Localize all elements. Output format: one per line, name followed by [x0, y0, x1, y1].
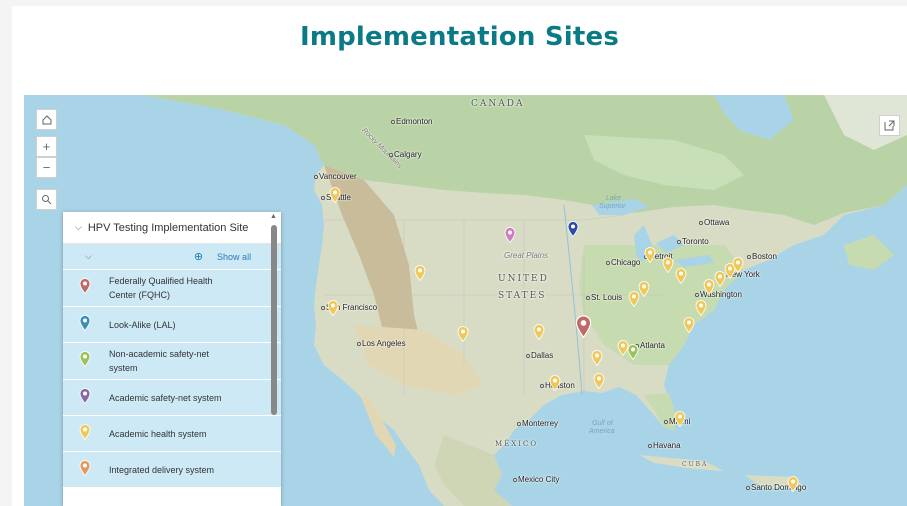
minus-icon: −: [42, 160, 51, 175]
legend-item: Look-Alike (LAL): [63, 307, 281, 343]
map-pin-icon: [79, 423, 93, 444]
city-st-louis: St. Louis: [586, 293, 622, 302]
site-seattle[interactable]: [329, 187, 341, 204]
site-carolina[interactable]: [683, 317, 695, 334]
map-pin-icon: [79, 351, 93, 371]
city-mexico-city: Mexico City: [513, 475, 559, 484]
legend-item: Academic health system: [63, 416, 281, 452]
site-atlanta[interactable]: [617, 340, 629, 357]
chevron-down-icon: ⌵: [75, 222, 82, 232]
page-container: Implementation Sites CANADA UNITED STATE…: [12, 6, 907, 506]
show-all-link[interactable]: Show all: [217, 252, 251, 262]
label-gulf-1: Gulf of: [592, 420, 613, 427]
site-indiana[interactable]: [675, 268, 687, 285]
label-gulf-2: America: [589, 428, 615, 435]
city-havana: Havana: [648, 441, 681, 450]
site-san-francisco[interactable]: [327, 300, 339, 317]
legend-label: Look-Alike (LAL): [109, 319, 176, 330]
map-view[interactable]: CANADA UNITED STATES MÉXICO CUBA Great P…: [24, 95, 907, 506]
site-minnesota[interactable]: [567, 221, 579, 238]
label-united: UNITED: [498, 274, 549, 284]
city-edmonton: Edmonton: [391, 117, 432, 126]
legend-label: Academic safety-net system: [109, 392, 222, 403]
site-montana[interactable]: [414, 265, 426, 282]
site-puerto-rico[interactable]: [787, 476, 799, 493]
layer-header[interactable]: ⌵ HPV Testing Implementation Site: [63, 212, 281, 244]
site-colorado[interactable]: [457, 326, 469, 343]
site-new-york-2[interactable]: [732, 257, 744, 274]
layer-list-panel: ⌵ HPV Testing Implementation Site ⌵ ⊕ Sh…: [63, 212, 281, 506]
zoom-out-button[interactable]: −: [36, 157, 57, 178]
external-link-icon: [884, 120, 895, 131]
site-miami[interactable]: [674, 411, 686, 428]
city-dallas: Dallas: [526, 351, 553, 360]
label-lake-superior-1: Lake: [606, 195, 622, 202]
site-chicago[interactable]: [644, 247, 656, 264]
site-great-plains[interactable]: [504, 227, 516, 244]
city-boston: Boston: [747, 252, 777, 261]
label-states: STATES: [498, 291, 547, 301]
site-ohio[interactable]: [662, 257, 674, 274]
label-canada: CANADA: [471, 99, 525, 109]
city-calgary: Calgary: [389, 150, 422, 159]
legend-label: Non-academic safety-net system: [109, 349, 210, 373]
zoom-in-button[interactable]: +: [36, 136, 57, 157]
page-title: Implementation Sites: [299, 22, 620, 52]
layer-title: HPV Testing Implementation Site: [87, 221, 249, 234]
label-great-plains: Great Plains: [504, 251, 549, 260]
city-toronto: Toronto: [677, 237, 709, 246]
map-pin-icon: [79, 459, 93, 480]
expand-button[interactable]: [879, 115, 900, 136]
map-pin-icon: [79, 314, 93, 335]
legend-label: Integrated delivery system: [109, 464, 215, 475]
legend-list: Federally Qualified Health Center (FQHC) L…: [63, 270, 281, 488]
site-oklahoma[interactable]: [533, 324, 545, 341]
scroll-up-arrow[interactable]: ▲: [270, 213, 277, 220]
legend-label: Federally Qualified Health Center (FQHC): [109, 276, 213, 300]
layer-tools-row: ⌵ ⊕ Show all: [63, 244, 281, 270]
city-monterrey: Monterrey: [517, 419, 558, 428]
legend-item: Federally Qualified Health Center (FQHC): [63, 270, 281, 307]
map-pin-icon: [79, 387, 93, 408]
label-cuba: CUBA: [682, 461, 709, 468]
site-alabama[interactable]: [591, 350, 603, 367]
site-kentucky[interactable]: [638, 281, 650, 298]
home-icon: [42, 114, 51, 124]
city-vancouver: Vancouver: [314, 172, 357, 181]
city-atlanta: Atlanta: [635, 341, 665, 350]
collapse-chevron-icon[interactable]: ⌵: [85, 251, 92, 262]
legend-item: Integrated delivery system: [63, 452, 281, 488]
home-button[interactable]: [36, 109, 57, 130]
site-virginia[interactable]: [695, 300, 707, 317]
legend-item: Non-academic safety-net system: [63, 343, 281, 380]
label-lake-superior-2: Superior: [599, 203, 626, 210]
site-louisiana[interactable]: [593, 373, 605, 390]
plus-icon: +: [42, 139, 51, 154]
city-ottawa: Ottawa: [699, 218, 729, 227]
zoom-to-icon[interactable]: ⊕: [194, 250, 203, 263]
site-arkansas[interactable]: [575, 315, 592, 339]
legend-item: Academic safety-net system: [63, 380, 281, 416]
legend-label: Academic health system: [109, 428, 207, 439]
search-icon: [42, 195, 52, 205]
site-houston[interactable]: [549, 375, 561, 392]
search-button[interactable]: [36, 189, 57, 210]
label-mexico: MÉXICO: [495, 440, 539, 448]
map-pin-icon: [79, 278, 93, 298]
city-chicago: Chicago: [606, 258, 640, 267]
city-los-angeles: Los Angeles: [357, 339, 406, 348]
legend-scrollbar[interactable]: [271, 225, 277, 415]
